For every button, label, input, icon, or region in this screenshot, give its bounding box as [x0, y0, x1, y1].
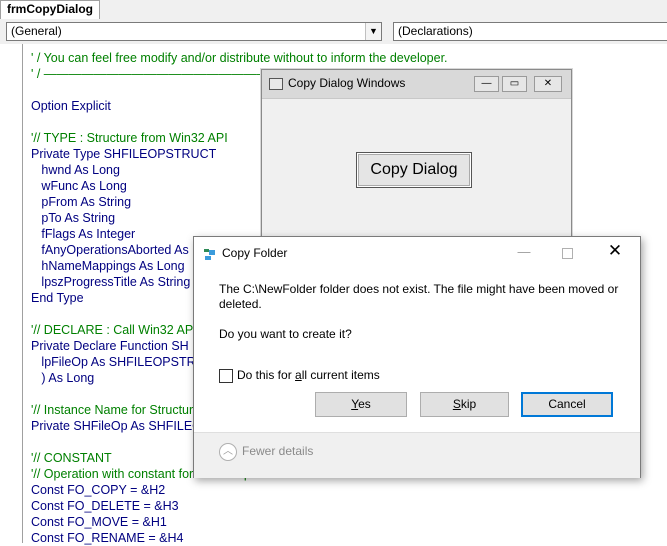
yes-rest: es	[358, 397, 371, 411]
chevron-down-icon[interactable]: ▼	[365, 23, 381, 40]
code-line: ) As Long	[31, 371, 95, 385]
ide-tab-strip: frmCopyDialog	[0, 0, 667, 20]
code-line: Const FO_COPY = &H2	[31, 483, 166, 497]
copy-dialog-button[interactable]: Copy Dialog	[356, 152, 472, 188]
code-line: Const FO_RENAME = &H4	[31, 531, 184, 545]
cancel-button[interactable]: Cancel	[521, 392, 613, 417]
yes-button[interactable]: Yes	[315, 392, 407, 417]
apply-all-label-post: ll current items	[301, 368, 380, 382]
form-title: Copy Dialog Windows	[288, 76, 406, 90]
form-icon	[269, 78, 283, 90]
dialog-title: Copy Folder	[222, 246, 288, 260]
code-margin-divider	[22, 44, 23, 543]
code-line: hwnd As Long	[31, 163, 120, 177]
chevron-up-icon[interactable]: ︿	[219, 443, 237, 461]
code-line: pFrom As String	[31, 195, 132, 209]
copy-dialog-windows-form: Copy Dialog Windows — ▭ ✕ Copy Dialog	[261, 69, 572, 251]
close-button[interactable]: ✕	[534, 76, 562, 92]
code-line: '// CONSTANT	[31, 451, 112, 465]
minimize-button[interactable]: —	[513, 244, 535, 260]
fewer-details-link[interactable]: Fewer details	[242, 444, 313, 458]
code-line: fFlags As Integer	[31, 227, 136, 241]
code-line: Const FO_DELETE = &H3	[31, 499, 179, 513]
copy-folder-dialog: Copy Folder — ✕ The C:\NewFolder folder …	[193, 236, 641, 478]
apply-all-checkbox[interactable]	[219, 369, 233, 383]
maximize-button[interactable]	[562, 248, 573, 259]
dialog-footer: ︿ Fewer details	[194, 432, 640, 478]
code-line: End Type	[31, 291, 84, 305]
object-combo[interactable]: (General) ▼	[6, 22, 382, 41]
apply-all-label[interactable]: Do this for all current items	[237, 368, 380, 382]
code-line: lpszProgressTitle As String	[31, 275, 191, 289]
skip-rest: kip	[460, 397, 477, 411]
code-line: '// DECLARE : Call Win32 API	[31, 323, 197, 337]
code-line: Option Explicit	[31, 99, 111, 113]
minimize-button[interactable]: —	[474, 76, 499, 92]
code-line: wFunc As Long	[31, 179, 127, 193]
tab-frmcopydialog[interactable]: frmCopyDialog	[0, 0, 101, 19]
procedure-combo-value: (Declarations)	[398, 24, 473, 38]
dialog-message: The C:\NewFolder folder does not exist. …	[219, 282, 619, 311]
close-button[interactable]: ✕	[603, 240, 627, 262]
code-line: Private Declare Function SH	[31, 339, 189, 353]
code-line: '// TYPE : Structure from Win32 API	[31, 131, 228, 145]
apply-all-label-pre: Do this for	[237, 368, 296, 382]
procedure-combo[interactable]: (Declarations)	[393, 22, 667, 41]
skip-button[interactable]: Skip	[420, 392, 509, 417]
skip-accel: S	[452, 397, 461, 411]
code-line: ' / You can feel free modify and/or dist…	[31, 51, 448, 65]
dialog-question: Do you want to create it?	[219, 327, 352, 341]
code-line: fAnyOperationsAborted As	[31, 243, 189, 257]
form-title-bar[interactable]: Copy Dialog Windows — ▭ ✕	[262, 70, 571, 99]
apply-all-label-accel: a	[295, 368, 302, 382]
maximize-button[interactable]: ▭	[502, 76, 527, 92]
code-line: '// Instance Name for Structure	[31, 403, 201, 417]
code-line: Private Type SHFILEOPSTRUCT	[31, 147, 217, 161]
code-line: hNameMappings As Long	[31, 259, 185, 273]
code-line: pTo As String	[31, 211, 116, 225]
copy-folder-icon	[204, 249, 215, 260]
code-window-combo-bar: (General) ▼ (Declarations)	[0, 19, 667, 44]
object-combo-value: (General)	[11, 24, 62, 38]
code-line: Const FO_MOVE = &H1	[31, 515, 167, 529]
